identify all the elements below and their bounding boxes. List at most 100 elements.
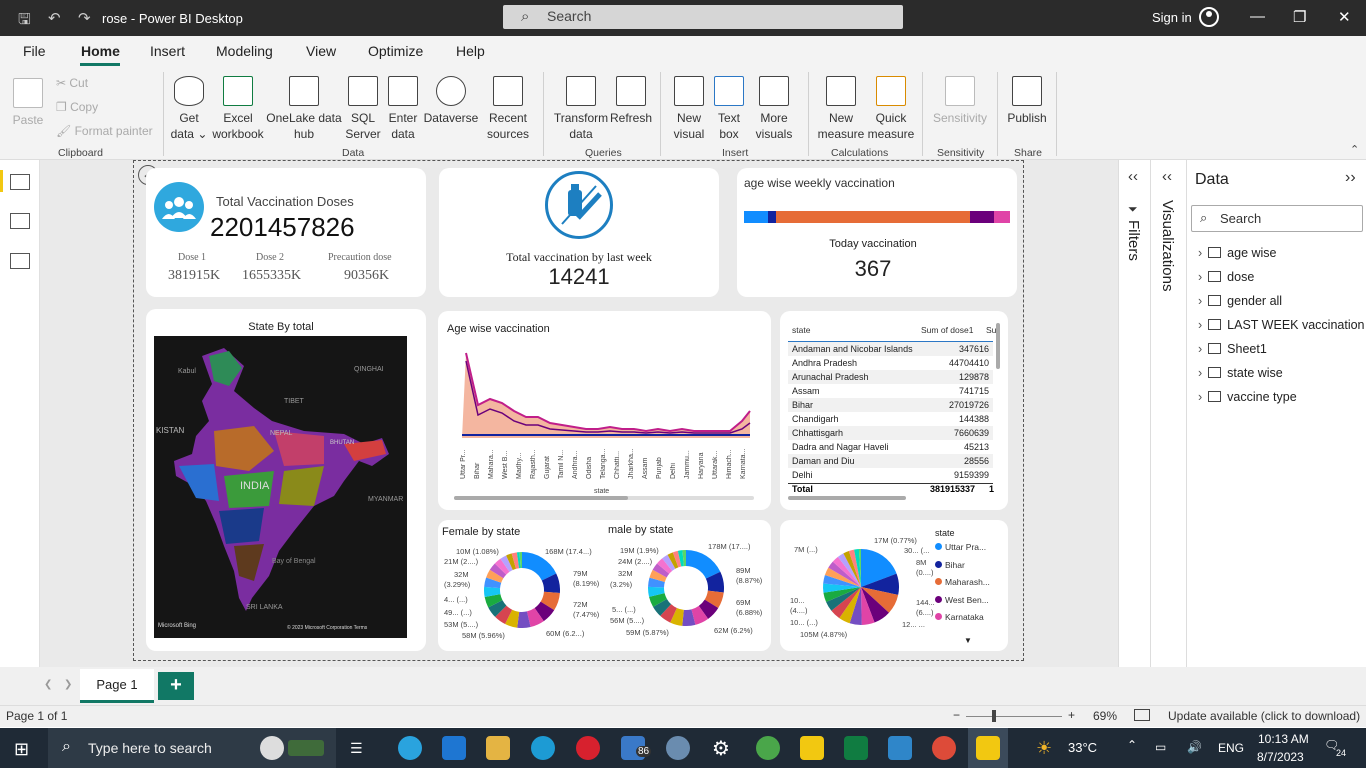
add-page-button[interactable]: + <box>158 672 194 700</box>
store-icon[interactable] <box>442 736 466 760</box>
publish-button[interactable]: Publish <box>1004 76 1050 126</box>
table-row[interactable]: Chhattisgarh 7660639 <box>788 426 993 440</box>
table-header-col3[interactable]: Su <box>986 325 996 335</box>
battery-icon[interactable]: ▭ <box>1155 740 1166 754</box>
filters-pane[interactable]: ‹‹ ⏷ Filters <box>1118 160 1150 667</box>
male-donut[interactable] <box>648 550 724 626</box>
vertical-scrollbar[interactable] <box>996 323 1000 369</box>
table-row[interactable]: Delhi 9159399 <box>788 468 993 482</box>
settings-gear-icon[interactable]: ⚙ <box>712 736 730 761</box>
search-box[interactable]: ⌕ Search <box>503 5 903 29</box>
chevron-right-icon[interactable]: › <box>1198 318 1202 332</box>
legend-item[interactable]: Uttar Pra... <box>935 542 986 552</box>
table-row[interactable]: Arunachal Pradesh 129878 <box>788 370 993 384</box>
state-table-card[interactable]: state Sum of dose1 Su Andaman and Nicoba… <box>780 311 1008 510</box>
dataverse-button[interactable]: Dataverse <box>422 76 480 126</box>
model-view-icon[interactable] <box>10 253 30 269</box>
map-canvas[interactable]: INDIA NEPAL TIBET QINGHAI KISTAN MYANMAR… <box>154 336 407 638</box>
state-map-card[interactable]: State By total INDIA NEPAL TIBET QINGHAI… <box>146 309 426 651</box>
table-row[interactable]: Daman and Diu 28556 <box>788 454 993 468</box>
field-table-item[interactable]: › state wise <box>1198 366 1283 380</box>
field-table-item[interactable]: › LAST WEEK vaccination <box>1198 318 1365 332</box>
taskbar-search[interactable]: ⌕ Type here to search <box>48 728 336 768</box>
restore-icon[interactable]: ❐ <box>1293 8 1306 26</box>
map-attribution[interactable]: © 2023 Microsoft Corporation Terms <box>287 625 367 631</box>
redo-icon[interactable]: ↷ <box>78 9 91 27</box>
legend-item[interactable]: West Ben... <box>935 595 989 605</box>
onelake-button[interactable]: OneLake data hub <box>266 76 342 142</box>
cut-button[interactable]: ✂ Cut <box>56 76 88 90</box>
chevron-right-icon[interactable]: › <box>1198 366 1202 380</box>
female-donut[interactable] <box>484 552 560 628</box>
new-measure-button[interactable]: New measure <box>816 76 866 142</box>
tray-chevron-icon[interactable]: ⌃ <box>1127 738 1137 752</box>
menu-file[interactable]: File <box>23 43 46 59</box>
clock-date[interactable]: 8/7/2023 <box>1257 750 1304 764</box>
field-table-item[interactable]: › gender all <box>1198 294 1282 308</box>
area-plot[interactable] <box>460 343 760 438</box>
collapse-filters-icon[interactable]: ‹‹ <box>1128 168 1138 185</box>
field-table-item[interactable]: › age wise <box>1198 246 1277 260</box>
quick-measure-button[interactable]: Quick measure <box>866 76 916 142</box>
chevron-right-icon[interactable]: › <box>1198 246 1202 260</box>
last-week-card[interactable]: Total vaccination by last week 14241 <box>439 168 719 297</box>
table-row[interactable]: Chandigarh 144388 <box>788 412 993 426</box>
language-indicator[interactable]: ENG <box>1218 741 1244 755</box>
menu-view[interactable]: View <box>306 43 336 59</box>
get-data-button[interactable]: Get data ⌄ <box>168 76 210 142</box>
app-icon[interactable] <box>666 736 690 760</box>
menu-home[interactable]: Home <box>81 43 120 59</box>
field-table-item[interactable]: › Sheet1 <box>1198 342 1267 356</box>
filters-label[interactable]: Filters <box>1125 220 1142 261</box>
legend-item[interactable]: Maharash... <box>935 577 990 587</box>
table-header-state[interactable]: state <box>792 325 810 335</box>
close-icon[interactable]: ✕ <box>1338 8 1351 26</box>
menu-insert[interactable]: Insert <box>150 43 185 59</box>
minimize-icon[interactable]: — <box>1250 8 1265 25</box>
telegram-icon[interactable] <box>398 736 422 760</box>
chrome-icon[interactable] <box>932 736 956 760</box>
clock-time[interactable]: 10:13 AM <box>1258 732 1309 746</box>
enter-data-button[interactable]: Enter data <box>384 76 422 142</box>
state-pie-card[interactable]: 17M (0.77%) 7M (...) 30... (... 8M (0....) 10… <box>780 520 1008 651</box>
sign-in-link[interactable]: Sign in <box>1152 10 1192 25</box>
opera-icon[interactable] <box>576 736 600 760</box>
visualizations-label[interactable]: Visualizations <box>1159 200 1176 291</box>
chevron-right-icon[interactable]: › <box>1198 270 1202 284</box>
text-box-button[interactable]: Text box <box>710 76 748 142</box>
table-row[interactable]: Assam 741715 <box>788 384 993 398</box>
page-tab-1[interactable]: Page 1 <box>80 669 154 703</box>
collapse-viz-icon[interactable]: ‹‹ <box>1162 168 1172 185</box>
prev-page-icon[interactable]: ❮ <box>44 679 52 690</box>
legend-scroll-down-icon[interactable]: ▼ <box>964 636 972 645</box>
field-table-item[interactable]: › dose <box>1198 270 1254 284</box>
photos-icon[interactable] <box>888 736 912 760</box>
file-explorer-icon[interactable] <box>486 736 510 760</box>
power-bi-taskbar-icon[interactable] <box>800 736 824 760</box>
excel-workbook-button[interactable]: Excel workbook <box>210 76 266 142</box>
scrollbar-thumb[interactable] <box>454 496 628 500</box>
table-view-icon[interactable] <box>10 213 30 229</box>
windows-start-icon[interactable]: ⊞ <box>14 739 29 760</box>
total-doses-card[interactable]: Total Vaccination Doses 2201457826 Dose … <box>146 168 426 297</box>
zoom-slider-thumb[interactable] <box>992 710 996 722</box>
chevron-right-icon[interactable]: › <box>1198 342 1202 356</box>
update-available-link[interactable]: Update available (click to download) <box>1168 709 1360 723</box>
next-page-icon[interactable]: ❯ <box>64 679 72 690</box>
task-view-icon[interactable]: ☰ <box>350 740 363 757</box>
zoom-slider[interactable] <box>966 716 1062 717</box>
table-row[interactable]: Dadra and Nagar Haveli 45213 <box>788 440 993 454</box>
expand-data-icon[interactable]: ›› <box>1345 169 1356 187</box>
table-row[interactable]: Bihar 27019726 <box>788 398 993 412</box>
menu-help[interactable]: Help <box>456 43 485 59</box>
horizontal-scrollbar[interactable] <box>788 496 906 500</box>
chevron-right-icon[interactable]: › <box>1198 294 1202 308</box>
copy-button[interactable]: ❐ Copy <box>56 100 98 114</box>
horizontal-scrollbar[interactable] <box>454 496 754 500</box>
report-view-icon[interactable] <box>10 174 30 190</box>
state-pie[interactable] <box>816 542 906 632</box>
visualizations-pane[interactable]: ‹‹ Visualizations <box>1150 160 1186 667</box>
account-icon[interactable] <box>1199 7 1219 27</box>
sensitivity-button[interactable]: Sensitivity <box>930 76 990 126</box>
power-bi-active-icon[interactable] <box>976 736 1000 760</box>
